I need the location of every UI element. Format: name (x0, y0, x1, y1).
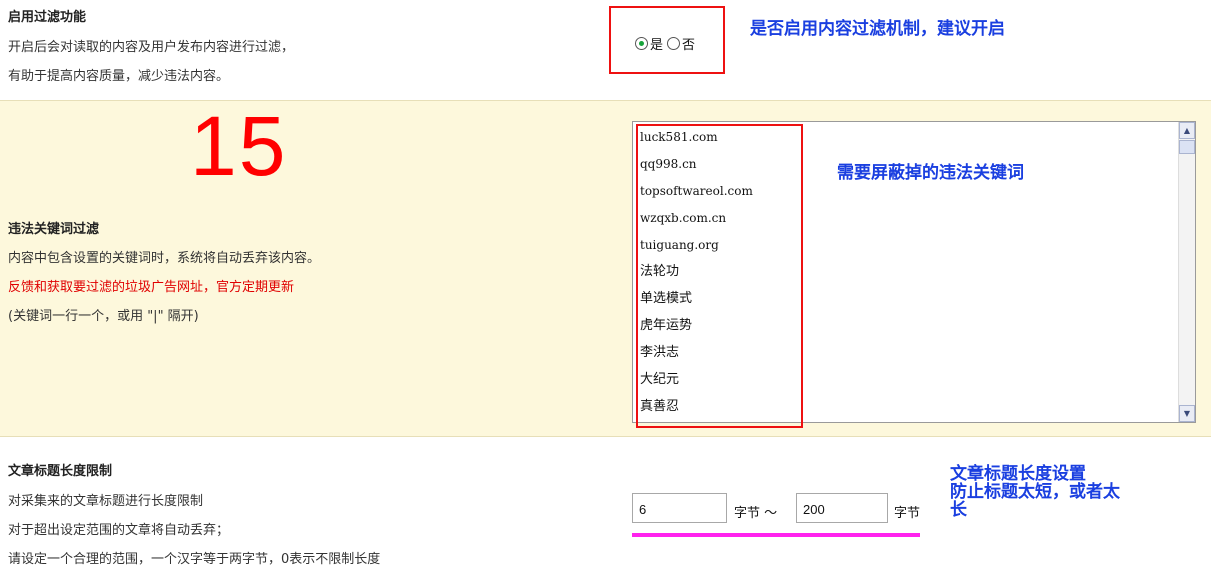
title-length-annotation-line3: 长 (950, 500, 967, 520)
keyword-item: wzqxb.com.cn (640, 211, 727, 225)
title-length-desc-line2: 对于超出设定范围的文章将自动丢弃； (8, 523, 230, 538)
keyword-item: 真善忍 (640, 399, 680, 414)
keyword-item: 李洪志 (640, 345, 680, 360)
filter-radio-group: 是 否 (635, 34, 699, 53)
keyword-feedback-link[interactable]: 反馈和获取要过滤的垃圾广告网址，官方定期更新 (8, 276, 294, 295)
max-length-unit: 字节 (894, 506, 921, 521)
keyword-item: 大纪元 (640, 372, 680, 387)
title-length-title: 文章标题长度限制 (8, 464, 113, 479)
keyword-desc-line3: (关键词一行一个，或用 "|" 隔开) (8, 309, 199, 324)
keyword-item: qq998.cn (640, 157, 697, 171)
scroll-up-icon[interactable]: ▲ (1179, 122, 1195, 139)
title-length-annotation: 文章标题长度设置 防止标题太短，或者太 长 (950, 465, 1120, 519)
keyword-scrollbar[interactable]: ▲ ▼ (1178, 122, 1195, 422)
filter-radio-no[interactable] (667, 37, 681, 50)
title-length-desc-line3: 请设定一个合理的范围，一个汉字等于两字节，0表示不限制长度 (8, 552, 381, 567)
keyword-item: 法轮功 (640, 264, 680, 279)
filter-radio-no-label[interactable]: 否 (682, 34, 695, 53)
filter-annotation: 是否启用内容过滤机制，建议开启 (750, 19, 1005, 39)
scroll-down-icon[interactable]: ▼ (1179, 405, 1195, 422)
min-length-unit: 字节 ～ (734, 506, 778, 521)
keyword-annotation: 需要屏蔽掉的违法关键词 (837, 163, 1024, 183)
keyword-item: tuiguang.org (640, 238, 719, 252)
filter-radio-highlight: 是 否 (609, 6, 725, 74)
title-length-annotation-line1: 文章标题长度设置 (950, 464, 1086, 484)
filter-title: 启用过滤功能 (8, 10, 87, 25)
keyword-desc-line1: 内容中包含设置的关键词时，系统将自动丢弃该内容。 (8, 251, 321, 266)
filter-desc-line1: 开启后会对读取的内容及用户发布内容进行过滤， (8, 40, 295, 55)
filter-desc-line2: 有助于提高内容质量，减少违法内容。 (8, 69, 230, 84)
filter-setting-row: 启用过滤功能 开启后会对读取的内容及用户发布内容进行过滤， 有助于提高内容质量，… (0, 0, 1211, 100)
keyword-textarea[interactable]: luck581.com qq998.cn topsoftwareol.com w… (632, 121, 1196, 428)
keyword-title: 违法关键词过滤 (8, 222, 100, 237)
keyword-setting-row: 15 违法关键词过滤 内容中包含设置的关键词时，系统将自动丢弃该内容。 反馈和获… (0, 100, 1211, 437)
scrollbar-thumb[interactable] (1179, 140, 1195, 154)
filter-radio-yes-label[interactable]: 是 (650, 34, 663, 53)
keyword-item: luck581.com (640, 130, 718, 144)
filter-radio-yes[interactable] (635, 37, 648, 50)
keyword-item: 虎年运势 (640, 318, 693, 333)
title-length-annotation-line2: 防止标题太短，或者太 (950, 482, 1120, 502)
min-length-input[interactable]: 6 (632, 493, 727, 523)
keyword-count-annotation: 15 (190, 99, 288, 193)
keyword-item: 单选模式 (640, 291, 693, 306)
keyword-item: topsoftwareol.com (640, 184, 753, 198)
max-length-input[interactable]: 200 (796, 493, 888, 523)
length-input-underline (632, 533, 920, 537)
title-length-row: 文章标题长度限制 对采集来的文章标题进行长度限制 对于超出设定范围的文章将自动丢… (0, 438, 1211, 579)
title-length-desc-line1: 对采集来的文章标题进行长度限制 (8, 494, 204, 509)
